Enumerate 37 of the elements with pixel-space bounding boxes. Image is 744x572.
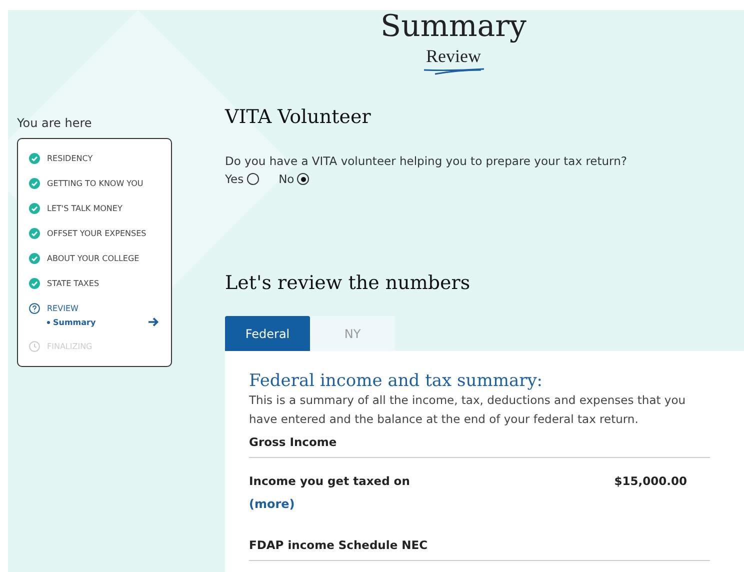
page-subtitle: Review bbox=[425, 46, 482, 67]
progress-label: You are here bbox=[17, 116, 93, 130]
progress-step[interactable]: ABOUT YOUR COLLEGE bbox=[47, 254, 140, 263]
row-label: Income you get taxed on bbox=[249, 474, 410, 488]
radio-button[interactable] bbox=[297, 173, 310, 185]
progress-substep[interactable]: Summary bbox=[53, 318, 96, 326]
check-icon bbox=[29, 178, 40, 189]
option-label: No bbox=[278, 172, 294, 186]
more-link[interactable]: (more) bbox=[249, 497, 295, 511]
page-title: Summary bbox=[380, 10, 528, 44]
row-amount: $15,000.00 bbox=[614, 474, 687, 488]
progress-step[interactable]: STATE TAXES bbox=[47, 279, 100, 288]
section-label: Gross Income bbox=[249, 429, 710, 458]
check-icon bbox=[29, 278, 40, 289]
tab[interactable]: Federal bbox=[225, 316, 310, 351]
progress-step[interactable]: GETTING TO KNOW YOU bbox=[47, 179, 144, 188]
question-text: Do you have a VITA volunteer helping you to prepare your tax return? bbox=[225, 154, 628, 168]
progress-step[interactable]: RESIDENCY bbox=[47, 154, 93, 163]
check-icon bbox=[29, 228, 40, 239]
check-icon bbox=[29, 253, 40, 264]
panel-title: Federal income and tax summary: bbox=[249, 371, 544, 391]
underline-swoosh-icon bbox=[422, 68, 484, 76]
option-label: Yes bbox=[225, 172, 244, 186]
progress-step[interactable]: LET'S TALK MONEY bbox=[47, 204, 122, 213]
check-icon bbox=[29, 203, 40, 214]
progress-step[interactable]: REVIEW bbox=[47, 304, 78, 313]
bullet-icon bbox=[47, 320, 50, 324]
radio-button[interactable] bbox=[246, 173, 259, 185]
check-icon bbox=[29, 153, 40, 164]
panel-description: This is a summary of all the income, tax, deductions and expenses that you have entered and the balance at the end of your federal tax return. bbox=[249, 392, 687, 428]
section-heading: Let's review the numbers bbox=[225, 272, 472, 294]
arrow-right-icon bbox=[148, 317, 159, 327]
section-label: FDAP income Schedule NEC bbox=[249, 532, 710, 561]
progress-step[interactable]: OFFSET YOUR EXPENSES bbox=[47, 229, 146, 238]
question-icon bbox=[29, 303, 40, 314]
section-heading: VITA Volunteer bbox=[225, 106, 372, 128]
clock-icon bbox=[29, 341, 40, 352]
